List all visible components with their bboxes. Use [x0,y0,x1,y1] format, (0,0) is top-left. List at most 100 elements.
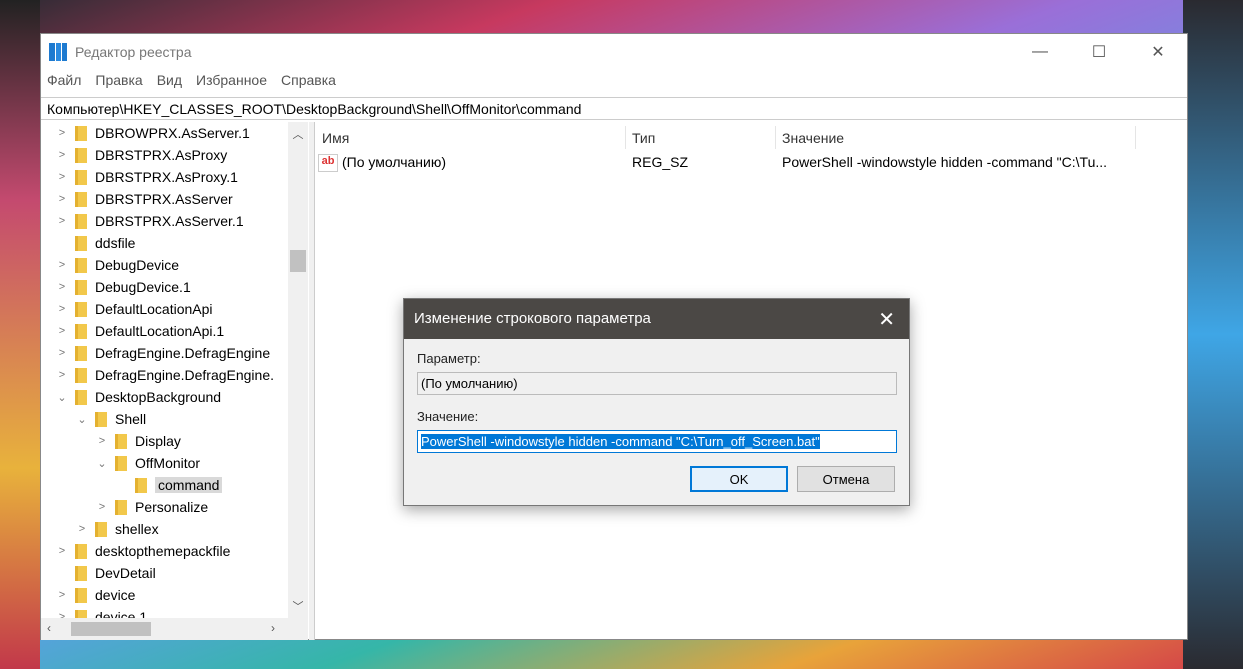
close-button[interactable]: ✕ [1129,34,1187,70]
tree-item[interactable]: DevDetail [55,562,156,584]
edit-string-dialog: Изменение строкового параметра ✕ Парамет… [403,298,910,506]
hscroll-thumb[interactable] [71,622,151,636]
cancel-button[interactable]: Отмена [797,466,895,492]
scroll-left-icon[interactable]: ‹ [47,621,51,635]
chevron-right-icon[interactable]: > [55,171,69,183]
menu-help[interactable]: Справка [281,72,336,88]
tree-item-label: DBRSTPRX.AsProxy [95,147,228,163]
string-value-icon: ab [318,154,338,172]
value-input-text: PowerShell -windowstyle hidden -command … [421,434,820,449]
dialog-close-button[interactable]: ✕ [878,307,895,332]
value-input[interactable]: PowerShell -windowstyle hidden -command … [417,430,897,453]
tree-item-label: shellex [115,521,159,537]
tree-item[interactable]: > DefaultLocationApi [55,298,213,320]
tree-item-label: DefragEngine.DefragEngine [95,345,271,361]
tree-item[interactable]: > DebugDevice [55,254,179,276]
tree-item[interactable]: ⌄ DesktopBackground [55,386,221,408]
pane-splitter[interactable] [309,122,315,640]
value-data: PowerShell -windowstyle hidden -command … [782,154,1108,170]
folder-icon [115,433,127,449]
tree-item[interactable]: ⌄ Shell [75,408,146,430]
chevron-right-icon[interactable]: > [55,347,69,359]
folder-icon [95,521,107,537]
column-name[interactable]: Имя [316,126,626,149]
folder-icon [75,565,87,581]
regedit-icon [49,43,67,61]
menu-favorites[interactable]: Избранное [196,72,267,88]
address-bar[interactable]: Компьютер\HKEY_CLASSES_ROOT\DesktopBackg… [41,97,1187,120]
folder-icon [75,367,87,383]
tree-item[interactable]: > DefragEngine.DefragEngine. [55,364,274,386]
scroll-thumb[interactable] [290,250,306,272]
tree-item[interactable]: > shellex [75,518,159,540]
tree-item-label: device [95,587,136,603]
tree-vertical-scrollbar[interactable]: ︿ ﹀ [288,122,308,618]
scroll-right-icon[interactable]: › [271,621,275,635]
folder-icon [75,389,87,405]
folder-icon [75,279,87,295]
chevron-right-icon[interactable]: > [55,369,69,381]
tree-horizontal-scrollbar[interactable]: ‹ › [41,618,308,640]
key-tree: > DBROWPRX.AsServer.1 > DBRSTPRX.AsProxy > DB… [41,122,308,640]
tree-item-label: DevDetail [95,565,156,581]
menu-edit[interactable]: Правка [95,72,142,88]
folder-icon [75,257,87,273]
tree-item[interactable]: > DefaultLocationApi.1 [55,320,224,342]
tree-item[interactable]: > desktopthemepackfile [55,540,231,562]
chevron-right-icon[interactable]: > [55,149,69,161]
folder-icon [75,301,87,317]
param-label: Параметр: [417,351,481,366]
column-value[interactable]: Значение [776,126,1136,149]
tree-item[interactable]: > device [55,584,136,606]
tree-item-label: DefragEngine.DefragEngine. [95,367,275,383]
tree-item[interactable]: > DBRSTPRX.AsProxy.1 [55,166,238,188]
tree-item[interactable]: > DBRSTPRX.AsServer [55,188,233,210]
scroll-up-icon[interactable]: ︿ [288,122,308,142]
chevron-right-icon[interactable]: > [55,545,69,557]
tree-item-label: Shell [115,411,147,427]
chevron-right-icon[interactable]: > [95,501,109,513]
chevron-down-icon[interactable]: ⌄ [95,457,109,470]
chevron-right-icon[interactable]: > [55,193,69,205]
tree-item-label: Display [135,433,181,449]
tree-item[interactable]: ⌄ OffMonitor [95,452,200,474]
tree-item[interactable]: ddsfile [55,232,135,254]
scroll-down-icon[interactable]: ﹀ [288,598,308,614]
tree-item-label: ddsfile [95,235,136,251]
chevron-right-icon[interactable]: > [55,215,69,227]
menu-file[interactable]: Файл [47,72,81,88]
folder-icon [95,411,107,427]
column-type[interactable]: Тип [626,126,776,149]
chevron-right-icon[interactable]: > [55,259,69,271]
tree-item[interactable]: > DBRSTPRX.AsProxy [55,144,227,166]
chevron-right-icon[interactable]: > [55,325,69,337]
chevron-right-icon[interactable]: > [55,303,69,315]
tree-item[interactable]: > DefragEngine.DefragEngine [55,342,270,364]
chevron-right-icon[interactable]: > [75,523,89,535]
value-name: (По умолчанию) [342,154,447,170]
tree-item[interactable]: > DBRSTPRX.AsServer.1 [55,210,244,232]
tree-item[interactable]: > Display [95,430,181,452]
tree-item[interactable]: > Personalize [95,496,208,518]
tree-item-label: DesktopBackground [95,389,222,405]
dialog-title-bar: Изменение строкового параметра ✕ [404,299,909,339]
ok-button[interactable]: OK [690,466,788,492]
folder-icon [115,455,127,471]
chevron-down-icon[interactable]: ⌄ [75,413,89,426]
minimize-button[interactable]: — [1011,34,1069,70]
tree-item[interactable]: command [115,474,223,496]
chevron-right-icon[interactable]: > [55,281,69,293]
tree-item-label: DefaultLocationApi [95,301,213,317]
menu-view[interactable]: Вид [157,72,182,88]
tree-item[interactable]: > DBROWPRX.AsServer.1 [55,122,250,144]
chevron-right-icon[interactable]: > [55,589,69,601]
tree-item[interactable]: > DebugDevice.1 [55,276,191,298]
param-field: (По умолчанию) [417,372,897,395]
title-bar: Редактор реестра — ☐ ✕ [41,34,1187,70]
folder-icon [75,235,87,251]
maximize-button[interactable]: ☐ [1070,34,1128,70]
folder-icon [75,323,87,339]
chevron-right-icon[interactable]: > [95,435,109,447]
chevron-down-icon[interactable]: ⌄ [55,391,69,404]
chevron-right-icon[interactable]: > [55,127,69,139]
